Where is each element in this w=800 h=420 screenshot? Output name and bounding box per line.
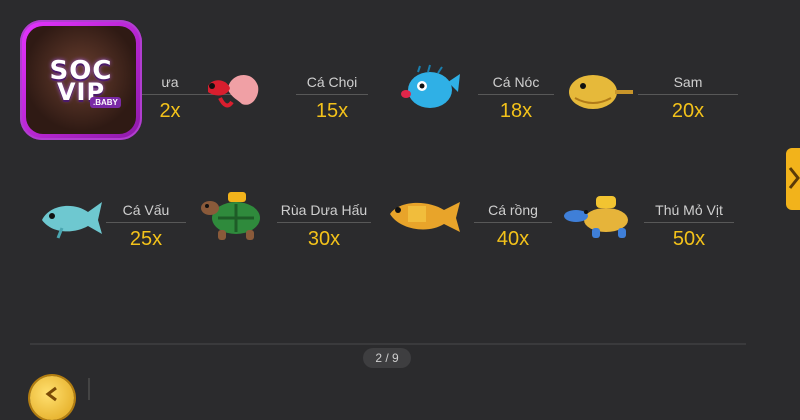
platypus-icon (564, 196, 628, 238)
fish-name: Cá Vấu (122, 202, 170, 218)
fish-multiplier: 50x (672, 228, 706, 250)
bottom-separator (88, 378, 90, 400)
fish-entry: Thú Mỏ Vịt 50x (644, 202, 734, 288)
fish-entry: Cá Chọi 15x (296, 74, 368, 160)
fish-name: Thú Mỏ Vịt (655, 202, 723, 218)
back-icon (45, 386, 57, 402)
fish-name: Rùa Dưa Hấu (280, 202, 368, 218)
divider-line (277, 222, 371, 223)
fish-entry: Sam 20x (638, 74, 738, 160)
fish-multiplier: 25x (129, 228, 163, 250)
fish-multiplier: 15x (315, 100, 349, 122)
fish-multiplier: 40x (496, 228, 530, 250)
fish-entry: Rùa Dưa Hấu 30x (277, 202, 371, 288)
app-logo: SOC VIP .BABY (20, 20, 142, 140)
divider-line (296, 94, 368, 95)
divider-line (644, 222, 734, 223)
logo-badge: .BABY (90, 97, 121, 108)
page-indicator: 2 / 9 (363, 348, 411, 368)
arowana-icon (390, 202, 460, 232)
watermelon-turtle-icon (201, 192, 260, 240)
bottom-divider (30, 343, 746, 345)
divider-line (478, 94, 554, 95)
divider-line (106, 222, 186, 223)
fish-entry: Cá Vấu 25x (106, 202, 186, 288)
fish-entry: Cá Nóc 18x (478, 74, 554, 160)
divider-line (474, 222, 552, 223)
fish-entry: Cá rồng 40x (474, 202, 552, 288)
fish-name: Cá Nóc (492, 74, 540, 90)
horseshoe-crab-icon (569, 75, 633, 109)
fish-multiplier: 18x (499, 100, 533, 122)
divider-line (638, 94, 738, 95)
next-page-arrow[interactable] (786, 148, 800, 210)
fish-name: Sam (673, 74, 703, 90)
pufferfish-icon (401, 64, 460, 108)
betta-fish-icon (208, 74, 259, 108)
fish-name: Cá rồng (488, 202, 538, 218)
blue-fish-icon (42, 202, 102, 239)
fish-multiplier: 20x (671, 100, 705, 122)
fish-multiplier: 30x (307, 228, 341, 250)
chevron-right-icon (788, 167, 800, 189)
fish-name: Cá Chọi (306, 74, 358, 90)
back-button[interactable] (30, 376, 74, 420)
